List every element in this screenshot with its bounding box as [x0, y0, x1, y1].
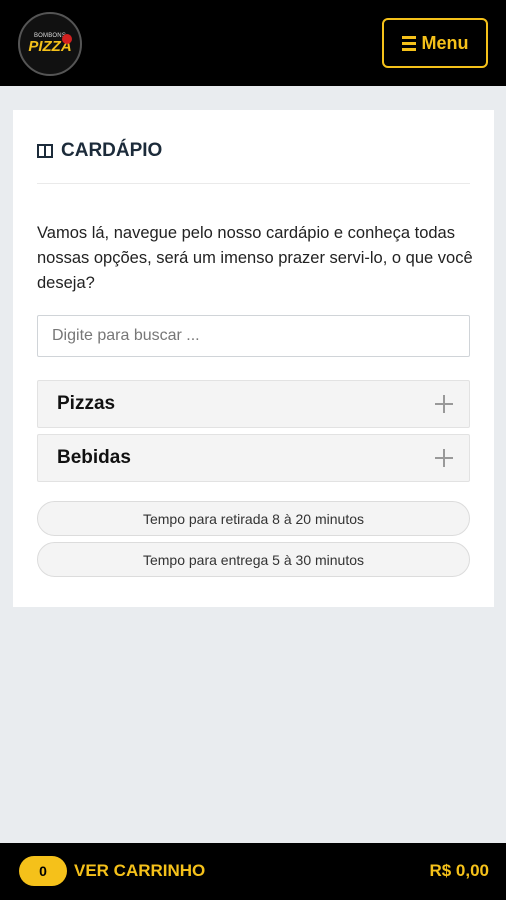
top-navbar: BOMBONS PIZZA Menu: [0, 0, 506, 86]
menu-button[interactable]: Menu: [382, 18, 488, 68]
divider: [37, 183, 470, 184]
logo-dot-icon: [62, 34, 72, 44]
view-cart-link[interactable]: VER CARRINHO: [74, 861, 205, 881]
card-title-text: CARDÁPIO: [61, 140, 163, 161]
book-icon: [37, 144, 53, 158]
menu-card: CARDÁPIO Vamos lá, navegue pelo nosso ca…: [13, 110, 494, 607]
search-input[interactable]: [37, 315, 470, 357]
category-label: Bebidas: [57, 447, 131, 468]
category-label: Pizzas: [57, 393, 116, 414]
cart-bar[interactable]: 0 VER CARRINHO R$ 0,00: [0, 843, 506, 900]
brand-logo[interactable]: BOMBONS PIZZA: [18, 12, 82, 76]
plus-icon[interactable]: [435, 449, 453, 467]
hamburger-icon: [401, 35, 416, 51]
category-pizzas[interactable]: Pizzas: [37, 380, 470, 428]
cart-count-badge[interactable]: 0: [19, 856, 67, 886]
delivery-time-badge: Tempo para entrega 5 à 30 minutos: [37, 542, 470, 577]
plus-icon[interactable]: [435, 395, 453, 413]
category-bebidas[interactable]: Bebidas: [37, 434, 470, 482]
card-title: CARDÁPIO: [37, 140, 162, 162]
pickup-time-badge: Tempo para retirada 8 à 20 minutos: [37, 501, 470, 536]
cart-total: R$ 0,00: [429, 861, 489, 880]
intro-text: Vamos lá, navegue pelo nosso cardápio e …: [37, 224, 473, 292]
menu-button-label: Menu: [421, 32, 469, 53]
